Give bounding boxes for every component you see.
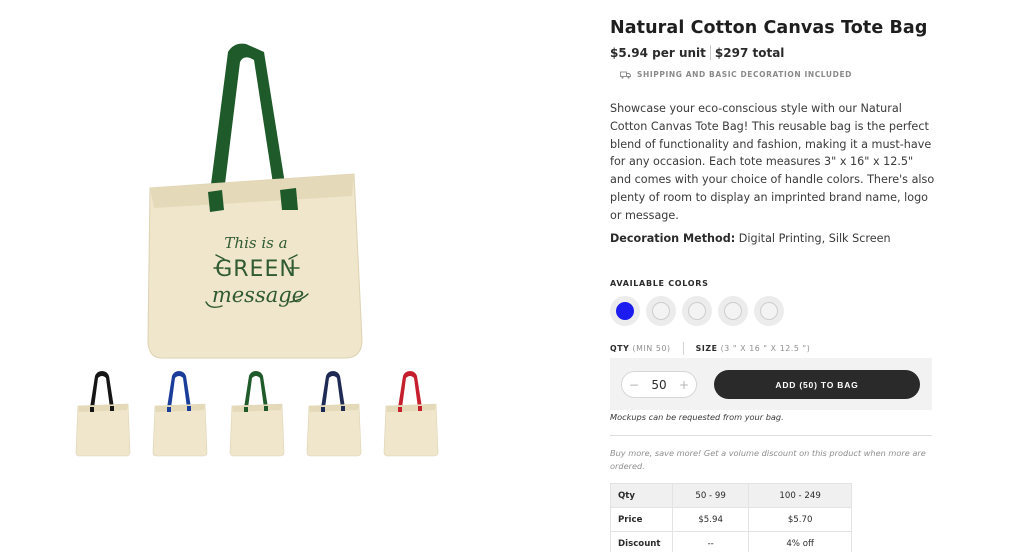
- size-value: (3 " X 16 " X 12.5 "): [720, 344, 811, 353]
- total-price: $297 total: [714, 45, 785, 60]
- qty-min: (MIN 50): [632, 344, 671, 353]
- color-swatch-dot: [688, 302, 706, 320]
- tote-thumbnail-image: [383, 371, 439, 457]
- table-header-row: Qty 50 - 99 100 - 249: [610, 483, 852, 508]
- shipping-text: SHIPPING AND BASIC DECORATION INCLUDED: [637, 70, 852, 79]
- product-thumbnail[interactable]: [149, 368, 209, 463]
- quantity-input[interactable]: [644, 377, 674, 392]
- color-swatches: [610, 296, 784, 326]
- color-swatch-dot: [760, 302, 778, 320]
- qty-size-divider: [682, 342, 684, 355]
- main-product-image: This is a GREEN message: [140, 40, 370, 365]
- available-colors-heading: AVAILABLE COLORS: [610, 279, 709, 288]
- product-thumbnail[interactable]: [380, 368, 440, 463]
- product-description: Showcase your eco-conscious style with o…: [610, 102, 935, 222]
- add-to-bag-panel: − + ADD (50) TO BAG: [610, 358, 932, 410]
- shipping-note: SHIPPING AND BASIC DECORATION INCLUDED: [610, 70, 940, 79]
- table-row: Discount -- 4% off: [610, 531, 852, 552]
- product-thumbnail[interactable]: [303, 368, 363, 463]
- table-header-cell: 50 - 99: [671, 483, 750, 508]
- decoration-method: Decoration Method: Digital Printing, Sil…: [610, 230, 940, 247]
- table-header-cell: Qty: [610, 483, 673, 508]
- size-label: SIZE: [695, 344, 718, 353]
- tote-thumbnail-image: [229, 371, 285, 457]
- product-thumbnail[interactable]: [226, 368, 286, 463]
- print-line-2: GREEN: [215, 257, 297, 282]
- table-cell: $5.70: [748, 507, 852, 532]
- volume-discount-note: Buy more, save more! Get a volume discou…: [610, 448, 926, 471]
- color-swatch-dot: [724, 302, 742, 320]
- quantity-stepper: − +: [621, 371, 697, 398]
- product-thumbnail[interactable]: [72, 368, 132, 463]
- product-details: Natural Cotton Canvas Tote Bag $5.94 per…: [610, 16, 940, 247]
- table-cell: --: [671, 531, 750, 552]
- decoration-label: Decoration Method:: [610, 231, 736, 245]
- tote-thumbnail-image: [75, 371, 131, 457]
- add-to-bag-button[interactable]: ADD (50) TO BAG: [714, 370, 920, 399]
- unit-price: $5.94 per unit: [610, 45, 706, 60]
- price-divider: [709, 45, 711, 60]
- tote-thumbnail-image: [152, 371, 208, 457]
- color-swatch[interactable]: [610, 296, 640, 326]
- qty-size-row: QTY (MIN 50) SIZE (3 " X 16 " X 12.5 "): [610, 342, 810, 355]
- section-divider: [610, 435, 932, 436]
- price-row: $5.94 per unit $297 total: [610, 45, 940, 60]
- table-cell: Discount: [610, 531, 673, 552]
- color-swatch-dot: [616, 302, 634, 320]
- color-swatch[interactable]: [682, 296, 712, 326]
- print-line-3: message: [212, 283, 304, 307]
- table-row: Price $5.94 $5.70: [610, 507, 852, 532]
- decrement-button[interactable]: −: [628, 378, 640, 392]
- print-line-1: This is a: [224, 234, 287, 252]
- increment-button[interactable]: +: [678, 378, 690, 392]
- color-swatch-dot: [652, 302, 670, 320]
- table-cell: $5.94: [671, 507, 750, 532]
- color-swatch[interactable]: [754, 296, 784, 326]
- table-header-cell: 100 - 249: [748, 483, 852, 508]
- tote-thumbnail-image: [306, 371, 362, 457]
- truck-icon: [620, 71, 631, 79]
- mockup-note: Mockups can be requested from your bag.: [610, 412, 784, 422]
- thumbnail-strip: [72, 368, 442, 463]
- table-cell: 4% off: [748, 531, 852, 552]
- decoration-value: Digital Printing, Silk Screen: [738, 231, 891, 245]
- qty-label: QTY: [610, 344, 630, 353]
- tote-bag-illustration: This is a GREEN message: [147, 43, 363, 359]
- table-cell: Price: [610, 507, 673, 532]
- color-swatch[interactable]: [646, 296, 676, 326]
- product-title: Natural Cotton Canvas Tote Bag: [610, 18, 928, 38]
- volume-pricing-table: Qty 50 - 99 100 - 249 Price $5.94 $5.70 …: [610, 483, 852, 552]
- color-swatch[interactable]: [718, 296, 748, 326]
